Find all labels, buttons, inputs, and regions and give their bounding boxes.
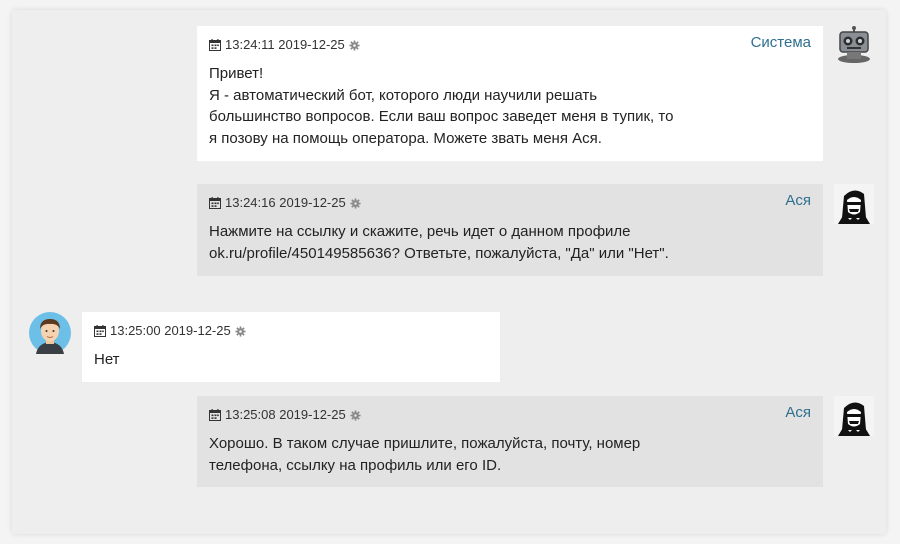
message-time: 13:25:00 2019-12-25 <box>110 323 231 338</box>
operator-portrait-icon <box>834 396 874 436</box>
message-text: Привет! Я - автоматический бот, которого… <box>209 65 674 147</box>
message-meta: 13:24:16 2019-12-25 <box>209 194 811 212</box>
gear-icon[interactable] <box>235 325 246 337</box>
gear-icon[interactable] <box>350 197 361 209</box>
message-bubble-user: 13:25:00 2019-12-25 Нет <box>82 312 500 382</box>
operator-portrait-icon <box>834 184 874 224</box>
calendar-icon <box>209 409 221 421</box>
message-text: Хорошо. В таком случае пришлите, пожалуй… <box>209 435 641 474</box>
operator-avatar <box>834 184 874 224</box>
message-meta: 13:25:00 2019-12-25 <box>94 322 488 340</box>
user-avatar <box>29 312 71 354</box>
message-meta: 13:25:08 2019-12-25 <box>209 406 811 424</box>
message-bubble-operator: 13:24:16 2019-12-25 Ася Нажмите на ссылк… <box>197 184 823 276</box>
chat-panel: 13:24:11 2019-12-25 Система Привет! Я - … <box>12 10 886 534</box>
message-time: 13:25:08 2019-12-25 <box>225 407 346 422</box>
message-meta: 13:24:11 2019-12-25 <box>209 36 811 54</box>
message-time: 13:24:16 2019-12-25 <box>225 195 346 210</box>
message-time: 13:24:11 2019-12-25 <box>225 37 345 52</box>
calendar-icon <box>94 325 106 337</box>
message-bubble-system: 13:24:11 2019-12-25 Система Привет! Я - … <box>197 26 823 161</box>
message-text: Нет <box>94 351 120 368</box>
operator-avatar <box>834 396 874 436</box>
calendar-icon <box>209 39 221 51</box>
calendar-icon <box>209 197 221 209</box>
gear-icon[interactable] <box>349 39 360 51</box>
user-face-icon <box>29 312 71 354</box>
message-text: Нажмите на ссылку и скажите, речь идет о… <box>209 223 669 262</box>
author-link-operator[interactable]: Ася <box>785 404 811 421</box>
author-link-operator[interactable]: Ася <box>785 192 811 209</box>
message-bubble-operator: 13:25:08 2019-12-25 Ася Хорошо. В таком … <box>197 396 823 487</box>
gear-icon[interactable] <box>350 409 361 421</box>
robot-icon <box>838 26 870 63</box>
author-link-system[interactable]: Система <box>751 34 811 51</box>
robot-avatar <box>834 26 874 66</box>
